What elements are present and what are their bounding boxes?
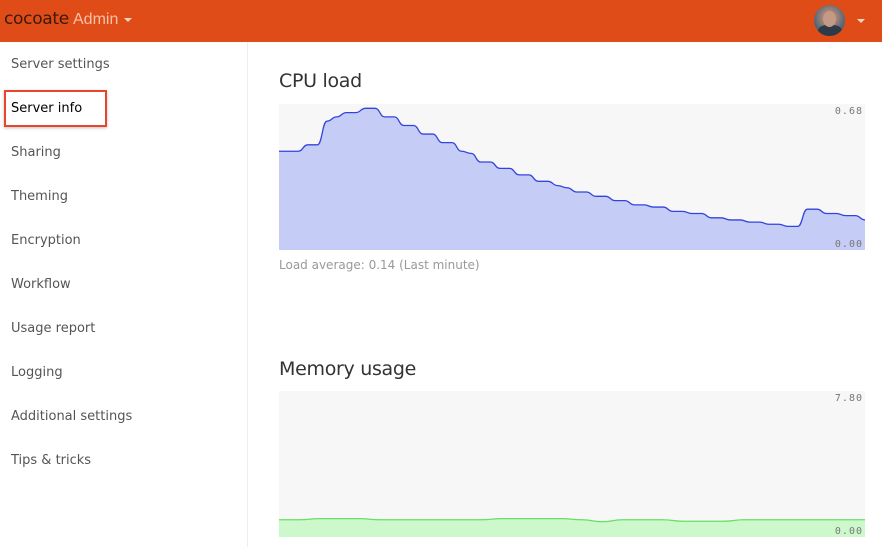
cpu-load-chart: 0.68 0.00: [279, 104, 865, 250]
user-menu-chevron-down-icon[interactable]: [857, 19, 865, 23]
sidebar-item-logging[interactable]: Logging: [11, 365, 63, 380]
avatar-face: [823, 11, 836, 27]
cpu-ymin-label: 0.00: [834, 239, 863, 250]
memory-usage-plot: [279, 518, 865, 537]
sidebar-item-theming[interactable]: Theming: [11, 189, 68, 204]
admin-menu[interactable]: Admin: [73, 11, 133, 29]
sidebar-item-additional-settings[interactable]: Additional settings: [11, 409, 132, 424]
admin-sidebar: Server settings Server info Sharing Them…: [0, 42, 248, 547]
sidebar-item-tips-tricks[interactable]: Tips & tricks: [11, 453, 91, 468]
memory-ymax-label: 7.80: [834, 393, 863, 404]
memory-ymin-label: 0.00: [834, 526, 863, 537]
user-avatar[interactable]: [814, 5, 845, 36]
cocoate-logo[interactable]: cocoate: [4, 9, 69, 29]
cpu-ymax-label: 0.68: [834, 106, 863, 117]
load-average-caption: Load average: 0.14 (Last minute): [279, 258, 480, 272]
sidebar-item-server-info[interactable]: Server info: [11, 101, 82, 116]
sidebar-item-usage-report[interactable]: Usage report: [11, 321, 95, 336]
sidebar-item-server-settings[interactable]: Server settings: [11, 57, 110, 72]
cpu-load-plot: [279, 107, 865, 250]
top-navigation-bar: cocoate Admin: [0, 0, 882, 42]
admin-menu-label: Admin: [73, 11, 119, 28]
memory-usage-title: Memory usage: [279, 358, 417, 380]
memory-usage-area: [279, 518, 865, 537]
sidebar-item-encryption[interactable]: Encryption: [11, 233, 81, 248]
cpu-load-title: CPU load: [279, 70, 362, 92]
chevron-down-icon: [124, 17, 133, 22]
memory-usage-chart: 7.80 0.00: [279, 391, 865, 537]
sidebar-item-sharing[interactable]: Sharing: [11, 145, 61, 160]
cpu-load-area: [279, 108, 865, 250]
sidebar-item-workflow[interactable]: Workflow: [11, 277, 71, 292]
